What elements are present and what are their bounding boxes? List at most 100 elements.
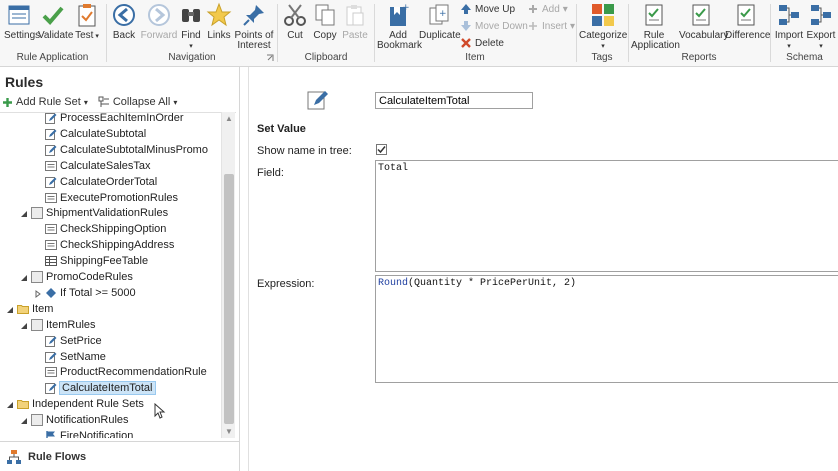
export-icon [811, 5, 831, 25]
vocabulary-button[interactable]: Vocabulary [679, 2, 728, 41]
categorize-button[interactable]: Categorize ▾ [579, 2, 627, 52]
import-button[interactable]: Import ▾ [773, 2, 805, 52]
tree-item[interactable]: ItemRules [20, 317, 96, 333]
dialog-launcher-icon[interactable] [266, 54, 274, 62]
expanded-toggle-icon[interactable] [20, 416, 28, 425]
tree-item-label: If Total >= 5000 [60, 286, 136, 299]
points-of-interest-button[interactable]: Points of Interest [234, 2, 274, 51]
expanded-toggle-icon[interactable] [20, 273, 28, 281]
import-label: Import [774, 30, 804, 41]
expanded-toggle-icon[interactable] [6, 305, 14, 313]
scroll-down-icon[interactable]: ▼ [225, 427, 233, 436]
tree-item[interactable]: Independent Rule Sets [6, 396, 144, 412]
difference-button[interactable]: Difference [725, 2, 770, 41]
tree-item[interactable]: NotificationRules [20, 412, 129, 428]
edit-rule-icon [45, 335, 57, 347]
delete-label: Delete [475, 37, 504, 49]
tree-item[interactable]: Item [6, 301, 53, 317]
tree-item[interactable]: CalculateSubtotalMinusPromo [34, 142, 208, 158]
export-button[interactable]: Export ▾ [805, 2, 837, 52]
scissors-icon [284, 4, 306, 26]
tree-item[interactable]: ExecutePromotionRules [34, 190, 178, 206]
expanded-toggle-icon[interactable] [20, 209, 28, 218]
expression-arguments: (Quantity * PricePerUnit, 2) [408, 278, 577, 289]
rule-name-input[interactable] [375, 92, 533, 109]
tree-item[interactable]: CalculateSalesTax [34, 158, 151, 174]
ruleset-icon [31, 318, 43, 331]
folder-icon [17, 303, 29, 315]
collapsed-toggle-icon[interactable] [34, 289, 42, 298]
settings-label: Settings [4, 30, 41, 41]
delete-button[interactable]: Delete [460, 36, 504, 50]
tree-item-label: Independent Rule Sets [32, 398, 144, 411]
validate-button[interactable]: Validate [38, 2, 73, 41]
tree-scrollbar[interactable]: ▲ ▼ [221, 112, 235, 438]
ruleset-icon [31, 271, 43, 283]
difference-icon [737, 4, 755, 26]
toggle-spacer [34, 241, 42, 249]
tree-item-label: ProcessEachItemInOrder [60, 112, 184, 124]
folder-icon [17, 398, 29, 410]
scroll-up-icon[interactable]: ▲ [225, 114, 233, 123]
tree-item[interactable]: CheckShippingAddress [34, 237, 174, 253]
set-value-edit-icon [307, 91, 328, 110]
report-icon [645, 4, 663, 26]
collapse-all-button[interactable]: Collapse All ▾ [98, 96, 177, 108]
rules-tree: ProcessEachItemInOrder CalculateSubtotal C… [0, 112, 236, 438]
duplicate-button[interactable]: + Duplicate [419, 2, 461, 41]
section-title: Set Value [257, 123, 306, 135]
forward-button[interactable]: Forward [140, 2, 178, 41]
tree-item-label: CheckShippingAddress [60, 239, 175, 252]
toggle-spacer [34, 225, 42, 233]
settings-button[interactable]: Settings [4, 2, 40, 41]
show-name-checkbox[interactable] [376, 144, 387, 155]
find-button[interactable]: Find ▾ [177, 2, 205, 52]
tree-item[interactable]: CheckShippingOption [34, 221, 166, 237]
tree-item-label: PromoCodeRules [46, 271, 133, 283]
move-up-button[interactable]: Move Up [460, 2, 515, 16]
back-arrow-icon [113, 4, 135, 26]
tree-item[interactable]: ShipmentValidationRules [20, 205, 168, 221]
tree-item[interactable]: ProductRecommendationRule [34, 364, 207, 380]
field-textarea[interactable]: Total [375, 160, 838, 272]
edit-rule-icon [45, 176, 57, 188]
rule-flows-header[interactable]: Rule Flows [0, 441, 240, 471]
links-button[interactable]: Links [205, 2, 233, 41]
tree-item-label: ProductRecommendationRule [60, 366, 207, 379]
pin-icon [243, 5, 264, 26]
tree-item[interactable]: If Total >= 5000 [34, 285, 136, 301]
show-name-label: Show name in tree: [257, 145, 352, 157]
tree-item[interactable]: SetName [34, 349, 106, 365]
group-navigation: Back Forward Find ▾ Links Points of Inter… [107, 0, 277, 66]
expanded-toggle-icon[interactable] [20, 321, 28, 329]
back-button[interactable]: Back [109, 2, 139, 41]
vocabulary-icon [692, 4, 710, 26]
add-bookmark-button[interactable]: + Add Bookmark [377, 2, 422, 51]
scroll-thumb[interactable] [224, 174, 234, 424]
insert-button[interactable]: Insert ▾ [527, 19, 575, 33]
arrow-down-icon [461, 21, 471, 31]
tree-item[interactable]: CalculateSubtotal [34, 126, 146, 142]
find-label: Find [181, 30, 201, 41]
tree-item[interactable]: FireNotification [34, 428, 133, 438]
expression-textarea[interactable]: Round(Quantity * PricePerUnit, 2) [375, 275, 838, 383]
paste-button[interactable]: Paste [340, 2, 370, 41]
rule-application-report-button[interactable]: Rule Application [631, 2, 680, 51]
copy-button[interactable]: Copy [310, 2, 340, 41]
cut-button[interactable]: Cut [280, 2, 310, 41]
toggle-spacer [34, 130, 42, 138]
rules-pane: Rules Add Rule Set ▾ Collapse All ▾ Proc… [0, 67, 240, 471]
add-rule-set-button[interactable]: Add Rule Set ▾ [2, 96, 88, 108]
test-button[interactable]: Test ▾ [72, 2, 102, 42]
expanded-toggle-icon[interactable] [6, 400, 14, 409]
tree-item[interactable]: CalculateOrderTotal [34, 174, 157, 190]
add-button[interactable]: Add ▾ [527, 2, 568, 16]
tree-item[interactable]: ProcessEachItemInOrder [34, 112, 184, 126]
tree-item[interactable]: CalculateItemTotal [34, 380, 156, 396]
forward-arrow-icon [148, 4, 170, 26]
tree-item[interactable]: SetPrice [34, 333, 102, 349]
move-down-button[interactable]: Move Down [460, 19, 528, 33]
tree-item[interactable]: PromoCodeRules [20, 269, 133, 285]
vocabulary-label: Vocabulary [679, 30, 729, 41]
tree-item[interactable]: ShippingFeeTable [34, 253, 148, 269]
